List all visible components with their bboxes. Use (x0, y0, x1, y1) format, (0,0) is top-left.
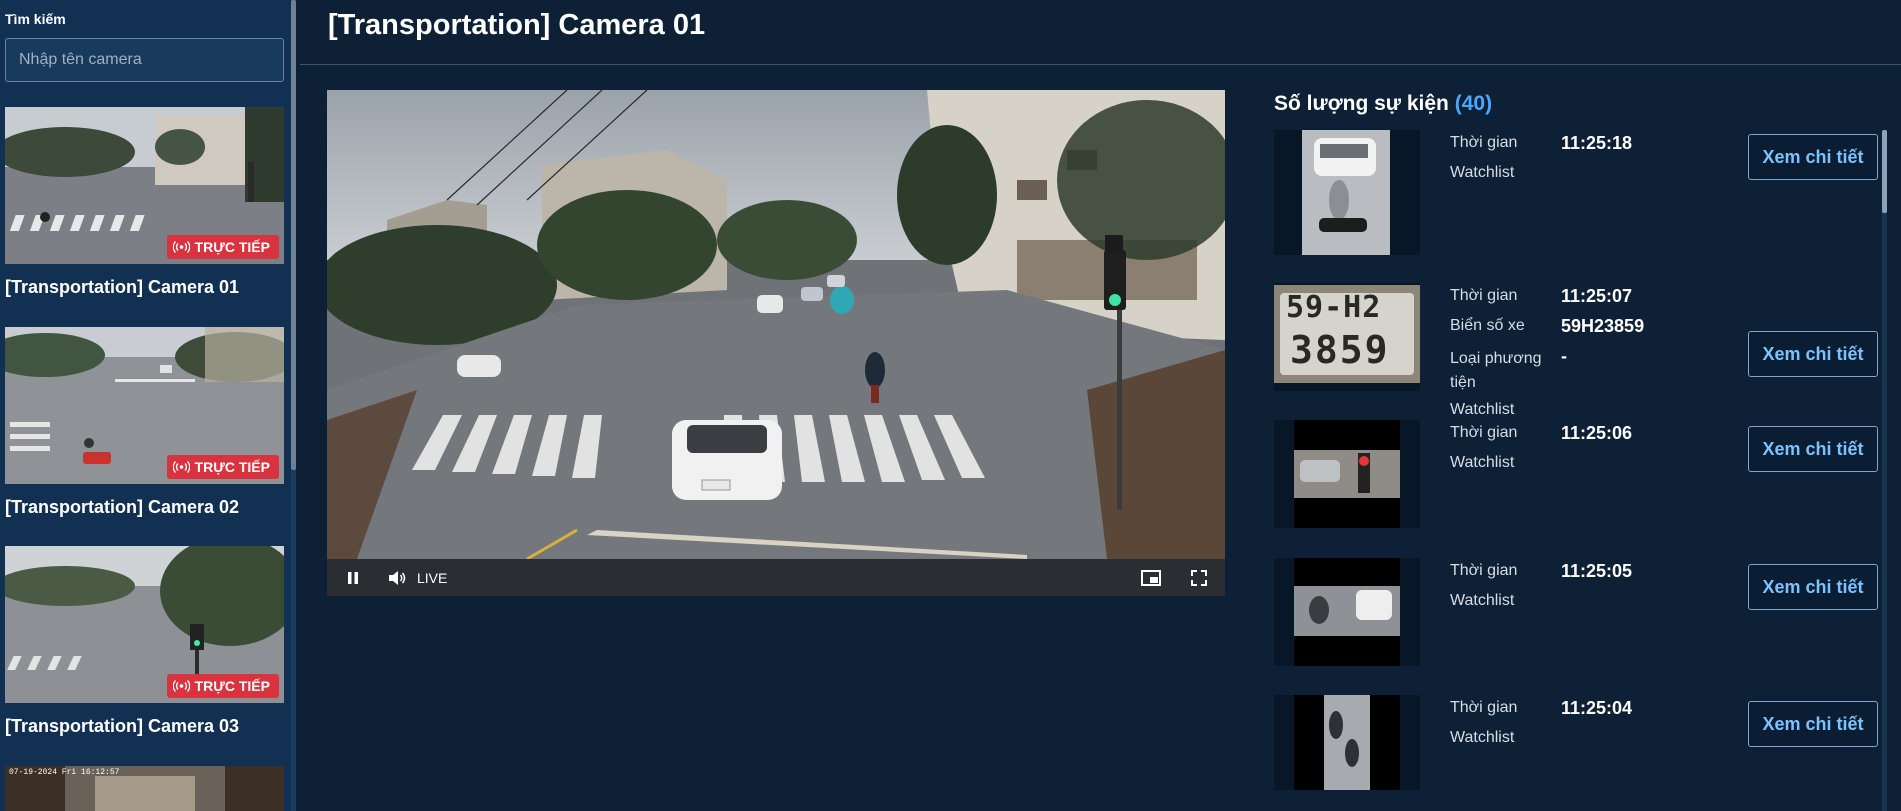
event-time-value: 11:25:07 (1561, 286, 1633, 306)
event-time-label: Thời gian (1450, 287, 1518, 304)
camera-title: [Transportation] Camera 02 (5, 497, 240, 517)
camera-card-04[interactable]: 07-19-2024 Fri 16:12:57 (5, 766, 284, 811)
camera-sidebar: Tìm kiếm Nhập tên camera TRỰC TIẾP [Tran… (0, 0, 296, 811)
live-badge-label: TRỰC TIẾP (194, 239, 270, 255)
event-time-value: 11:25:18 (1561, 133, 1633, 153)
event-vehicle-type-label: Loại phương tiện (1450, 350, 1542, 391)
event-time-label: Thời gian (1450, 699, 1518, 716)
event-snapshot (1274, 130, 1420, 255)
broadcast-icon (172, 461, 190, 473)
view-details-button[interactable]: Xem chi tiết (1748, 426, 1878, 472)
picture-in-picture-icon[interactable] (1139, 569, 1163, 586)
live-badge: TRỰC TIẾP (166, 674, 279, 698)
events-scrollbar-thumb[interactable] (1882, 130, 1887, 213)
event-vehicle-type-value: - (1561, 346, 1567, 366)
camera-thumbnail: 07-19-2024 Fri 16:12:57 (5, 766, 284, 811)
pause-icon[interactable] (341, 571, 365, 585)
timestamp-overlay: 07-19-2024 Fri 16:12:57 (9, 768, 120, 777)
page-title: [Transportation] Camera 01 (328, 9, 706, 41)
view-details-button[interactable]: Xem chi tiết (1748, 564, 1878, 610)
event-item: Thời gian 11:25:04 Watchlist Xem chi tiế… (1274, 695, 1880, 790)
events-count: (40) (1454, 92, 1493, 115)
camera-card-02[interactable]: TRỰC TIẾP [Transportation] Camera 02 (5, 327, 284, 518)
fullscreen-icon[interactable] (1187, 569, 1211, 586)
volume-icon[interactable] (385, 570, 409, 586)
event-time-value: 11:25:06 (1561, 423, 1633, 443)
search-label: Tìm kiếm (5, 11, 66, 27)
event-item: Thời gian 11:25:06 Watchlist Xem chi tiế… (1274, 420, 1880, 528)
header-divider (300, 64, 1901, 65)
event-snapshot (1274, 558, 1420, 666)
view-details-button[interactable]: Xem chi tiết (1748, 134, 1878, 180)
event-watchlist-label: Watchlist (1450, 592, 1515, 609)
camera-card-03[interactable]: TRỰC TIẾP [Transportation] Camera 03 (5, 546, 284, 737)
event-watchlist-label: Watchlist (1450, 454, 1515, 471)
live-indicator: LIVE (417, 569, 448, 586)
plate-text-top: 59-H2 (1286, 290, 1382, 325)
events-title-text: Số lượng sự kiện (1274, 92, 1449, 115)
view-details-button[interactable]: Xem chi tiết (1748, 331, 1878, 377)
camera-card-01[interactable]: TRỰC TIẾP [Transportation] Camera 01 (5, 107, 284, 298)
event-time-label: Thời gian (1450, 134, 1518, 151)
event-item: Thời gian 11:25:18 Watchlist Xem chi tiế… (1274, 130, 1880, 255)
event-time-value: 11:25:05 (1561, 561, 1633, 581)
broadcast-icon (172, 680, 190, 692)
live-badge-label: TRỰC TIẾP (194, 678, 270, 694)
camera-title: [Transportation] Camera 03 (5, 716, 240, 736)
live-badge-label: TRỰC TIẾP (194, 459, 270, 475)
broadcast-icon (172, 241, 190, 253)
plate-text-bottom: 3859 (1290, 328, 1390, 372)
camera-search-input[interactable] (5, 38, 284, 82)
event-time-label: Thời gian (1450, 562, 1518, 579)
camera-thumbnail: TRỰC TIẾP (5, 327, 284, 484)
camera-thumbnail: TRỰC TIẾP (5, 546, 284, 703)
event-time-label: Thời gian (1450, 424, 1518, 441)
live-badge: TRỰC TIẾP (166, 455, 279, 479)
events-title: Số lượng sự kiện (40) (1274, 92, 1492, 116)
event-watchlist-label: Watchlist (1450, 164, 1515, 181)
event-snapshot: 59-H2 3859 (1274, 283, 1420, 391)
event-item: 59-H2 3859 Thời gian 11:25:07 Biển số xe… (1274, 283, 1880, 418)
event-watchlist-label: Watchlist (1450, 729, 1515, 746)
player-controls: LIVE (327, 559, 1225, 596)
camera-thumbnail: TRỰC TIẾP (5, 107, 284, 264)
view-details-button[interactable]: Xem chi tiết (1748, 701, 1878, 747)
event-watchlist-label: Watchlist (1450, 401, 1515, 418)
video-player[interactable]: LIVE (327, 90, 1225, 596)
event-plate-value: 59H23859 (1561, 316, 1645, 336)
event-time-value: 11:25:04 (1561, 698, 1633, 718)
camera-title: [Transportation] Camera 01 (5, 277, 240, 297)
live-badge: TRỰC TIẾP (166, 235, 279, 259)
sidebar-scrollbar-thumb[interactable] (291, 0, 296, 470)
events-scrollbar-track[interactable] (1882, 130, 1887, 811)
event-item: Thời gian 11:25:05 Watchlist Xem chi tiế… (1274, 558, 1880, 666)
event-snapshot (1274, 695, 1420, 790)
event-plate-label: Biển số xe (1450, 317, 1525, 334)
live-video-frame (327, 90, 1225, 559)
event-snapshot (1274, 420, 1420, 528)
